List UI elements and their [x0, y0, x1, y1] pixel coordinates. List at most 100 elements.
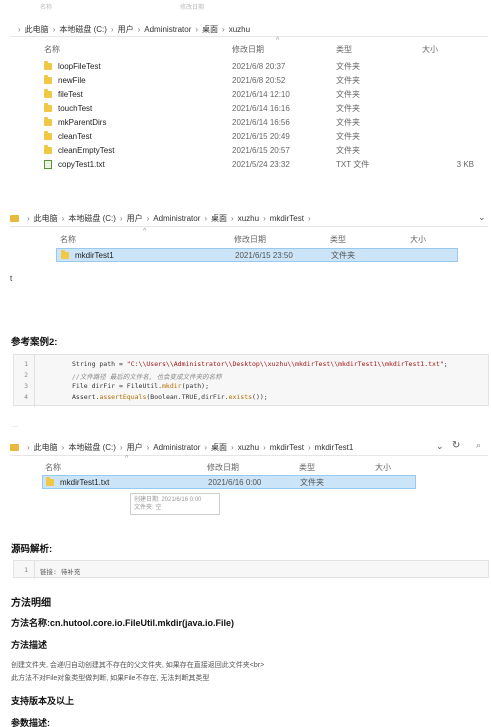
- breadcrumb-item[interactable]: 用户: [127, 213, 143, 224]
- file-type: 文件夹: [336, 76, 360, 85]
- file-row[interactable]: cleanTest 2021/6/15 20:49 文件夹: [44, 131, 422, 142]
- breadcrumb-item[interactable]: 本地磁盘 (C:): [68, 213, 116, 224]
- code-fn: exists: [228, 393, 253, 401]
- line-number: 1: [24, 566, 28, 574]
- search-icon[interactable]: ⌕: [476, 440, 481, 451]
- file-row-selected[interactable]: mkdirTest1 2021/6/15 23:50 文件夹: [56, 248, 458, 262]
- file-name: fileTest: [58, 90, 83, 99]
- breadcrumb-item[interactable]: mkdirTest: [270, 214, 304, 223]
- code-fn: assertEquals: [99, 393, 147, 401]
- breadcrumb[interactable]: › 此电脑 › 本地磁盘 (C:) › 用户 › Administrator ›…: [14, 24, 250, 35]
- file-row[interactable]: fileTest 2021/6/14 12:10 文件夹: [44, 89, 422, 100]
- code-text: String path =: [72, 360, 127, 368]
- col-date[interactable]: 修改日期: [232, 44, 336, 55]
- col-type[interactable]: 类型: [299, 462, 375, 473]
- refresh-icon[interactable]: ↻: [452, 440, 460, 451]
- chevron-down-icon[interactable]: ⌄: [478, 212, 486, 223]
- file-name: cleanEmptyTest: [58, 146, 115, 155]
- breadcrumb-item[interactable]: mkdirTest: [270, 443, 304, 452]
- chevron-right-icon: ›: [204, 214, 208, 223]
- code-comment: //文件路径 最后的文件名, 也会变成文件夹的名称: [72, 373, 222, 381]
- column-header: 名称 修改日期 类型 大小: [45, 462, 415, 473]
- paragraph-line: 此方法不对File对象类型做判断, 如果File不存在, 无法判断其类型: [11, 675, 210, 682]
- file-date: 2021/6/15 20:49: [232, 132, 290, 141]
- file-name: mkParentDirs: [58, 118, 107, 127]
- file-type: 文件夹: [336, 132, 360, 141]
- chevron-right-icon: ›: [204, 443, 208, 452]
- breadcrumb[interactable]: › 此电脑 › 本地磁盘 (C:) › 用户 › Administrator ›…: [10, 442, 353, 453]
- folder-icon: [44, 89, 52, 98]
- file-type: 文件夹: [336, 90, 360, 99]
- chevron-right-icon: ›: [27, 214, 30, 223]
- breadcrumb-item[interactable]: Administrator: [153, 214, 200, 223]
- sort-caret-icon: ^: [276, 37, 280, 44]
- section-title: 源码解析:: [11, 544, 53, 555]
- file-row-selected[interactable]: mkdirTest1.txt 2021/6/16 0:00 文件夹: [42, 475, 416, 489]
- stray-char: t: [10, 274, 13, 283]
- file-row[interactable]: touchTest 2021/6/14 16:16 文件夹: [44, 103, 422, 114]
- section-title: 方法描述: [11, 640, 48, 650]
- chevron-right-icon: ›: [119, 214, 123, 223]
- file-date: 2021/6/14 16:16: [232, 104, 290, 113]
- col-type[interactable]: 类型: [330, 234, 410, 245]
- breadcrumb-item[interactable]: Administrator: [144, 25, 191, 34]
- col-name[interactable]: 名称: [45, 462, 207, 473]
- dropdown-icon[interactable]: ⌄: [436, 441, 444, 452]
- folder-icon: [44, 117, 52, 126]
- breadcrumb-item[interactable]: xuzhu: [229, 25, 250, 34]
- file-name: loopFileTest: [58, 62, 101, 71]
- code-text: (path);: [181, 382, 209, 390]
- file-name: mkdirTest1.txt: [60, 477, 110, 487]
- chevron-right-icon: ›: [52, 25, 56, 34]
- folder-icon: [61, 249, 69, 259]
- file-row[interactable]: mkParentDirs 2021/6/14 16:56 文件夹: [44, 117, 422, 128]
- chevron-right-icon: ›: [263, 214, 266, 223]
- code-text: (Boolean.TRUE,dirFir.: [146, 393, 229, 401]
- code-line: Assert.assertEquals(Boolean.TRUE,dirFir.…: [72, 393, 268, 401]
- tooltip-line: 文件夹: 空: [134, 505, 162, 511]
- file-row[interactable]: copyTest1.txt 2021/5/24 23:32 TXT 文件 3 K…: [44, 159, 474, 170]
- col-name[interactable]: 名称: [60, 234, 234, 245]
- file-date: 2021/6/14 12:10: [232, 90, 290, 99]
- col-date[interactable]: 修改日期: [234, 234, 330, 245]
- col-size[interactable]: 大小: [410, 234, 450, 245]
- file-type: TXT 文件: [336, 160, 370, 169]
- file-row[interactable]: cleanEmptyTest 2021/6/15 20:57 文件夹: [44, 145, 422, 156]
- paragraph-line: 创建文件夹, 会递归自动创建其不存在的父文件夹, 如果存在直接返回此文件夹<br…: [11, 662, 265, 669]
- breadcrumb-item[interactable]: 用户: [118, 24, 134, 35]
- breadcrumb-item[interactable]: 桌面: [202, 24, 218, 35]
- col-date[interactable]: 修改日期: [207, 462, 299, 473]
- file-date: 2021/5/24 23:32: [232, 160, 290, 169]
- code-line: 链接: 待补充: [40, 568, 81, 576]
- section-title: 方法明细: [11, 598, 51, 609]
- breadcrumb-item[interactable]: Administrator: [153, 443, 200, 452]
- breadcrumb-item[interactable]: 桌面: [211, 213, 227, 224]
- chevron-right-icon: ›: [18, 25, 21, 34]
- breadcrumb[interactable]: › 此电脑 › 本地磁盘 (C:) › 用户 › Administrator ›…: [10, 213, 315, 224]
- code-string: "C:\\Users\\Administrator\\Desktop\\xuzh…: [126, 360, 444, 368]
- col-size[interactable]: 大小: [422, 44, 462, 55]
- col-name[interactable]: 名称: [44, 44, 232, 55]
- breadcrumb-item[interactable]: xuzhu: [238, 214, 259, 223]
- file-date: 2021/6/8 20:52: [232, 76, 286, 85]
- code-line: String path = "C:\\Users\\Administrator\…: [72, 360, 448, 368]
- col-size[interactable]: 大小: [375, 462, 415, 473]
- breadcrumb-item[interactable]: 此电脑: [34, 213, 58, 224]
- file-row[interactable]: loopFileTest 2021/6/8 20:37 文件夹: [44, 61, 422, 72]
- col-type[interactable]: 类型: [336, 44, 422, 55]
- breadcrumb-item[interactable]: 用户: [127, 442, 143, 453]
- breadcrumb-item[interactable]: xuzhu: [238, 443, 259, 452]
- breadcrumb-item[interactable]: 此电脑: [25, 24, 49, 35]
- text-file-icon: [44, 160, 52, 169]
- breadcrumb-item[interactable]: 本地磁盘 (C:): [68, 442, 116, 453]
- column-header: 名称 修改日期 类型 大小: [60, 234, 450, 245]
- file-date: 2021/6/15 20:57: [232, 146, 290, 155]
- breadcrumb-item[interactable]: 本地磁盘 (C:): [59, 24, 107, 35]
- folder-icon: [44, 103, 52, 112]
- breadcrumb-item[interactable]: mkdirTest1: [315, 443, 354, 452]
- chevron-right-icon: ›: [231, 214, 234, 223]
- breadcrumb-item[interactable]: 此电脑: [34, 442, 58, 453]
- section-title: 参数描述:: [11, 718, 50, 727]
- file-row[interactable]: newFile 2021/6/8 20:52 文件夹: [44, 75, 422, 86]
- breadcrumb-item[interactable]: 桌面: [211, 442, 227, 453]
